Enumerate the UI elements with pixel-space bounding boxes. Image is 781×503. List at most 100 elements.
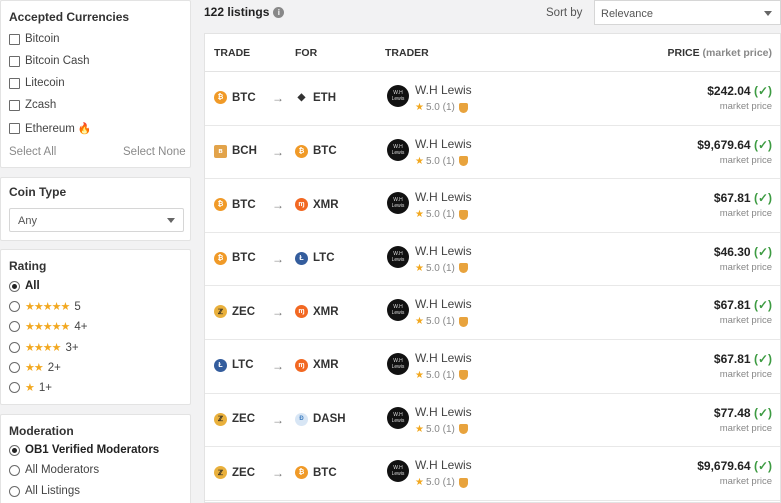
rating-text: 5.0 (1) <box>425 369 455 381</box>
xmr-coin-icon: ɱ <box>295 305 308 319</box>
radio-button[interactable] <box>9 280 20 292</box>
table-row[interactable]: ₿ BTC → ◆ ETH W.H Lewis W.H Lewis ★ 5.0 (1) $242.0… <box>205 72 780 126</box>
avatar[interactable]: W.H Lewis <box>387 406 409 429</box>
dash-coin-icon: Ð <box>295 412 308 426</box>
trader-name[interactable]: W.H Lewis <box>415 351 472 365</box>
check-icon: (✓) <box>753 191 772 206</box>
table-row[interactable]: ₿ BTC → ɱ XMR W.H Lewis W.H Lewis ★ 5.0 (1) $67.81… <box>205 179 780 233</box>
table-row[interactable]: ℤ ZEC → ɱ XMR W.H Lewis W.H Lewis ★ 5.0 (1) $67.81… <box>205 286 780 340</box>
currency-checkbox-ethereum[interactable]: Ethereum 🔥 <box>9 122 92 135</box>
trader-name[interactable]: W.H Lewis <box>415 405 472 419</box>
rating-option-all[interactable]: All <box>9 280 40 292</box>
currency-checkbox-litecoin[interactable]: Litecoin <box>9 77 65 89</box>
coin-type-select[interactable]: Any <box>9 208 184 232</box>
radio-button[interactable] <box>9 321 20 332</box>
arrow-right-icon: → <box>272 91 284 105</box>
table-row[interactable]: ₿ BTC → Ł LTC W.H Lewis W.H Lewis ★ 5.0 (1) $46.30… <box>205 233 780 287</box>
rating-text: 5.0 (1) <box>425 209 455 221</box>
avatar[interactable]: W.H Lewis <box>387 138 409 161</box>
radio-label: All Moderators <box>25 464 100 476</box>
table-row[interactable]: Ł LTC → ɱ XMR W.H Lewis W.H Lewis ★ 5.0 (1) $67.81… <box>205 340 780 394</box>
check-icon: (✓) <box>753 459 772 474</box>
radio-button[interactable] <box>9 301 20 312</box>
rating-option-5[interactable]: ★★★★★ 5 <box>9 300 81 313</box>
btc-coin-icon: ₿ <box>295 466 308 480</box>
radio-button[interactable] <box>9 382 20 393</box>
check-icon: (✓) <box>753 244 772 259</box>
checkbox[interactable] <box>9 55 20 67</box>
zec-coin-icon: ℤ <box>214 305 227 319</box>
rating-option-1[interactable]: ★ 1+ <box>9 381 52 394</box>
moderation-option-verified[interactable]: OB1 Verified Moderators <box>9 444 159 456</box>
radio-label: All <box>25 280 40 292</box>
trader-rating: ★ 5.0 (1) <box>415 102 468 113</box>
table-row[interactable]: ℤ ZEC → Ð DASH W.H Lewis W.H Lewis ★ 5.0 (1) $77.4… <box>205 394 780 448</box>
sort-label: Sort by <box>546 7 583 19</box>
radio-button[interactable] <box>9 485 20 497</box>
sort-select[interactable]: Relevance <box>594 0 781 25</box>
chevron-down-icon <box>167 218 175 223</box>
trader-name[interactable]: W.H Lewis <box>415 244 472 258</box>
moderation-option-all-listings[interactable]: All Listings <box>9 485 80 497</box>
currency-checkbox-zcash[interactable]: Zcash <box>9 99 56 111</box>
eth-coin-icon: ◆ <box>295 91 308 104</box>
price: $46.30 (✓) <box>714 245 772 259</box>
price-value: $77.48 <box>713 405 751 420</box>
rating-text: 5.0 (1) <box>425 262 455 274</box>
header-price-note: (market price) <box>702 47 772 59</box>
rating-text: 5.0 (1) <box>425 316 455 328</box>
avatar[interactable]: W.H Lewis <box>387 245 409 268</box>
star-icon: ★★★★★ <box>25 321 70 333</box>
radio-button[interactable] <box>9 444 20 456</box>
rating-text: 5.0 (1) <box>425 102 455 113</box>
price-value: $46.30 <box>713 244 751 259</box>
select-all-link[interactable]: Select All <box>9 146 56 158</box>
price-value: $67.81 <box>713 298 751 313</box>
checkbox-label: Bitcoin <box>25 33 60 45</box>
shield-icon <box>458 263 468 274</box>
trader-name[interactable]: W.H Lewis <box>415 297 472 311</box>
radio-button[interactable] <box>9 362 20 373</box>
market-price-note: market price <box>719 368 772 380</box>
radio-button[interactable] <box>9 342 20 353</box>
checkbox-label: Litecoin <box>25 77 65 89</box>
trader-name[interactable]: W.H Lewis <box>415 137 472 151</box>
trade-coin-label: BTC <box>232 252 256 265</box>
for-coin-label: BTC <box>313 145 337 158</box>
panel-title: Rating <box>9 259 47 273</box>
select-none-link[interactable]: Select None <box>123 146 186 158</box>
price: $67.81 (✓) <box>714 298 772 312</box>
star-icon: ★★ <box>25 362 44 374</box>
price-value: $67.81 <box>713 351 751 366</box>
radio-label: 1+ <box>38 381 52 394</box>
avatar[interactable]: W.H Lewis <box>387 192 409 215</box>
rating-option-2[interactable]: ★★ 2+ <box>9 361 61 374</box>
checkbox[interactable] <box>9 99 20 111</box>
trader-name[interactable]: W.H Lewis <box>415 190 472 204</box>
arrow-right-icon: → <box>272 144 284 159</box>
trader-name[interactable]: W.H Lewis <box>415 83 472 97</box>
rating-option-4[interactable]: ★★★★★ 4+ <box>9 320 87 333</box>
info-icon[interactable]: i <box>273 6 285 18</box>
table-row[interactable]: ʙ BCH → ₿ BTC W.H Lewis W.H Lewis ★ 5.0 (1) $9,679… <box>205 126 780 180</box>
avatar[interactable]: W.H Lewis <box>387 85 409 107</box>
table-row[interactable]: ℤ ZEC → ₿ BTC W.H Lewis W.H Lewis ★ 5.0 (1) $9,679… <box>205 447 780 501</box>
avatar[interactable]: W.H Lewis <box>387 299 409 322</box>
rating-text: 5.0 (1) <box>425 423 455 435</box>
radio-button[interactable] <box>9 464 20 476</box>
xmr-coin-icon: ɱ <box>295 198 308 212</box>
arrow-right-icon: → <box>272 412 284 427</box>
trader-name[interactable]: W.H Lewis <box>415 458 472 472</box>
chevron-down-icon <box>764 11 772 16</box>
btc-coin-icon: ₿ <box>295 144 308 158</box>
currency-checkbox-bitcoin[interactable]: Bitcoin <box>9 33 60 45</box>
avatar[interactable]: W.H Lewis <box>387 352 409 375</box>
star-icon: ★ <box>415 102 424 113</box>
checkbox[interactable] <box>9 33 20 45</box>
moderation-option-all-moderators[interactable]: All Moderators <box>9 464 99 476</box>
rating-option-3[interactable]: ★★★★ 3+ <box>9 341 79 354</box>
avatar[interactable]: W.H Lewis <box>387 460 409 483</box>
checkbox[interactable] <box>9 123 20 134</box>
currency-checkbox-bitcoin-cash[interactable]: Bitcoin Cash <box>9 55 90 67</box>
checkbox[interactable] <box>9 77 20 89</box>
